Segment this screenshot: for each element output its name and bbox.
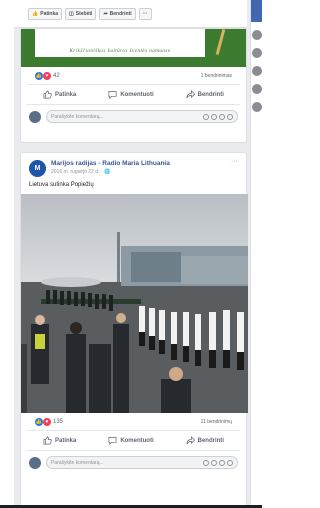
thumbs-up-icon — [43, 90, 52, 99]
share-label: Bendrinti — [197, 91, 224, 98]
comment-icon — [108, 436, 117, 445]
globe-icon: 🌐 — [104, 169, 111, 175]
emoji-icon[interactable] — [203, 113, 209, 120]
post-meta: 2016 m. rugsėjo 22 d. · 🌐 — [51, 169, 170, 175]
like-icon: 👍 — [32, 10, 39, 17]
share-count[interactable]: 11 bendrinimų — [201, 419, 232, 425]
post-timestamp[interactable]: 2016 m. rugsėjo 22 d. · — [51, 169, 102, 175]
gif-icon[interactable] — [219, 459, 225, 466]
love-reaction-icon: ♥ — [43, 417, 51, 426]
camera-icon[interactable] — [211, 459, 217, 466]
comment-label: Komentuoti — [120, 91, 154, 98]
sidebar-header — [251, 0, 262, 22]
post-photo[interactable] — [21, 194, 248, 413]
share-arrow-icon — [186, 90, 195, 99]
more-icon: ··· — [142, 10, 148, 17]
share-page-label: Bendrinti — [109, 10, 132, 17]
post-card: Krikščioniškos kultūros šventės namuose … — [20, 28, 247, 143]
page-toolbar: 👍 Patinka ◫ Stebėti ➦ Bendrinti ··· — [14, 0, 247, 28]
airport-ceremony-photo — [21, 194, 248, 413]
post-image-banner[interactable]: Krikščioniškos kultūros šventės namuose — [21, 29, 246, 67]
comment-input[interactable]: Parašykite komentarą... — [46, 456, 238, 469]
banner-decoration — [215, 29, 226, 55]
sticker-icon[interactable] — [227, 113, 233, 120]
comment-label: Komentuoti — [120, 437, 154, 444]
comment-tools — [203, 459, 233, 466]
like-reaction-icon: 👍 — [35, 417, 43, 426]
share-button[interactable]: Bendrinti — [186, 90, 224, 99]
comment-icon — [108, 90, 117, 99]
reactions-bar: 👍 ♥ 135 11 bendrinimų — [27, 413, 240, 431]
page-avatar[interactable]: M — [29, 160, 46, 177]
sticker-icon[interactable] — [227, 459, 233, 466]
banner-white-panel: Krikščioniškos kultūros šventės namuose — [35, 29, 205, 57]
sidebar-avatar[interactable] — [252, 48, 262, 58]
love-reaction-icon: ♥ — [43, 71, 51, 80]
post-author-name[interactable]: Marijos radijas - Radio Maria Lithuania — [51, 160, 170, 167]
post-header: M Marijos radijas - Radio Maria Lithuani… — [21, 153, 246, 180]
comment-composer: Parašykite komentarą... — [21, 451, 246, 474]
comment-button[interactable]: Komentuoti — [108, 436, 154, 445]
camera-icon[interactable] — [211, 113, 217, 120]
gif-icon[interactable] — [219, 113, 225, 120]
reactions-bar: 👍 ♥ 42 1 bendrinimas — [27, 67, 240, 85]
post-actions: Patinka Komentuoti Bendrinti — [27, 85, 240, 105]
share-icon: ➦ — [103, 10, 108, 17]
banner-text: Krikščioniškos kultūros šventės namuose — [69, 49, 171, 54]
comment-placeholder: Parašykite komentarą... — [51, 459, 104, 466]
post-more-button[interactable]: ··· — [231, 158, 238, 165]
sidebar-avatar[interactable] — [252, 66, 262, 76]
thumbs-up-icon — [43, 436, 52, 445]
sidebar-avatar[interactable] — [252, 30, 262, 40]
comment-button[interactable]: Komentuoti — [108, 90, 154, 99]
follow-page-button[interactable]: ◫ Stebėti — [65, 7, 97, 20]
user-avatar[interactable] — [29, 456, 41, 469]
right-sidebar — [250, 0, 262, 508]
follow-page-label: Stebėti — [75, 10, 93, 17]
share-arrow-icon — [186, 436, 195, 445]
comment-input[interactable]: Parašykite komentarą... — [46, 110, 238, 123]
user-avatar[interactable] — [29, 110, 41, 123]
like-button[interactable]: Patinka — [43, 90, 76, 99]
share-button[interactable]: Bendrinti — [186, 436, 224, 445]
emoji-icon[interactable] — [203, 459, 209, 466]
like-label: Patinka — [54, 91, 77, 98]
post-actions: Patinka Komentuoti Bendrinti — [27, 431, 240, 451]
reaction-count: 42 — [53, 72, 60, 79]
like-reaction-icon: 👍 — [35, 71, 43, 80]
like-page-label: Patinka — [40, 10, 59, 17]
comment-tools — [203, 113, 233, 120]
like-page-button[interactable]: 👍 Patinka — [28, 7, 63, 20]
sidebar-avatar[interactable] — [252, 84, 262, 94]
more-options-button[interactable]: ··· — [138, 7, 152, 20]
share-page-button[interactable]: ➦ Bendrinti — [99, 7, 136, 20]
follow-icon: ◫ — [69, 10, 74, 17]
like-button[interactable]: Patinka — [43, 436, 76, 445]
post-text: Lietuva sutinka Popiežių — [29, 182, 94, 188]
news-feed: 👍 Patinka ◫ Stebėti ➦ Bendrinti ··· Krik… — [14, 0, 248, 508]
share-label: Bendrinti — [197, 437, 224, 444]
share-count[interactable]: 1 bendrinimas — [201, 73, 232, 79]
comment-composer: Parašykite komentarą... — [21, 105, 246, 128]
comment-placeholder: Parašykite komentarą... — [51, 113, 104, 120]
facebook-page-frame: 👍 Patinka ◫ Stebėti ➦ Bendrinti ··· Krik… — [14, 0, 262, 508]
reaction-summary[interactable]: 👍 ♥ 42 — [35, 71, 60, 80]
post-author-block: Marijos radijas - Radio Maria Lithuania … — [51, 160, 170, 175]
like-label: Patinka — [54, 437, 77, 444]
sidebar-avatar[interactable] — [252, 102, 262, 112]
reaction-summary[interactable]: 👍 ♥ 135 — [35, 417, 64, 426]
reaction-count: 135 — [53, 418, 64, 425]
post-card: M Marijos radijas - Radio Maria Lithuani… — [20, 152, 248, 508]
